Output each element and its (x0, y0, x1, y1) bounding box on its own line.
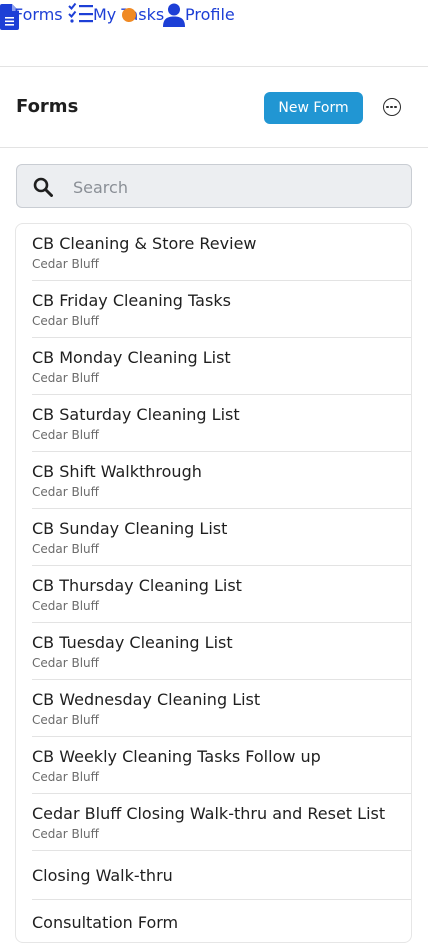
top-nav: Forms My Tasks Profile (0, 0, 428, 34)
form-location: Cedar Bluff (32, 827, 99, 841)
search-bar (16, 164, 412, 208)
list-item[interactable]: CB Shift Walkthrough Cedar Bluff (32, 452, 411, 509)
nav-forms-label: Forms (14, 5, 63, 24)
list-item[interactable]: CB Cleaning & Store Review Cedar Bluff (32, 224, 411, 281)
page-title: Forms (16, 96, 79, 117)
form-title: CB Tuesday Cleaning List (32, 633, 233, 652)
search-input[interactable] (71, 171, 395, 203)
list-item[interactable]: CB Weekly Cleaning Tasks Follow up Cedar… (32, 737, 411, 794)
search-icon (33, 177, 53, 197)
form-location: Cedar Bluff (32, 770, 99, 784)
form-title: Cedar Bluff Closing Walk-thru and Reset … (32, 804, 386, 823)
list-item[interactable]: Consultation Form (32, 900, 411, 942)
form-location: Cedar Bluff (32, 599, 99, 613)
checklist-icon (68, 2, 93, 23)
nav-profile-label: Profile (185, 5, 235, 24)
header-divider (0, 147, 428, 148)
list-item[interactable]: CB Sunday Cleaning List Cedar Bluff (32, 509, 411, 566)
form-title: CB Weekly Cleaning Tasks Follow up (32, 747, 321, 766)
form-title: CB Saturday Cleaning List (32, 405, 240, 424)
form-location: Cedar Bluff (32, 257, 99, 271)
form-title: CB Thursday Cleaning List (32, 576, 242, 595)
list-item[interactable]: CB Friday Cleaning Tasks Cedar Bluff (32, 281, 411, 338)
list-item[interactable]: Cedar Bluff Closing Walk-thru and Reset … (32, 794, 411, 851)
list-item[interactable]: CB Monday Cleaning List Cedar Bluff (32, 338, 411, 395)
form-location: Cedar Bluff (32, 485, 99, 499)
form-location: Cedar Bluff (32, 428, 99, 442)
form-title: CB Shift Walkthrough (32, 462, 202, 481)
list-item[interactable]: CB Thursday Cleaning List Cedar Bluff (32, 566, 411, 623)
form-location: Cedar Bluff (32, 656, 99, 670)
form-location: Cedar Bluff (32, 542, 99, 556)
form-title: CB Cleaning & Store Review (32, 234, 257, 253)
form-title: Consultation Form (32, 913, 179, 932)
new-form-button[interactable]: New Form (264, 92, 363, 124)
more-options-icon[interactable] (383, 98, 401, 116)
form-title: CB Sunday Cleaning List (32, 519, 228, 538)
form-title: CB Monday Cleaning List (32, 348, 231, 367)
list-item[interactable]: CB Saturday Cleaning List Cedar Bluff (32, 395, 411, 452)
form-title: Closing Walk-thru (32, 866, 173, 885)
list-item[interactable]: Closing Walk-thru (32, 851, 411, 900)
list-item[interactable]: CB Tuesday Cleaning List Cedar Bluff (32, 623, 411, 680)
user-icon (163, 3, 185, 27)
page-header: Forms New Form (0, 67, 428, 147)
form-location: Cedar Bluff (32, 371, 99, 385)
form-title: CB Wednesday Cleaning List (32, 690, 261, 709)
forms-list: CB Cleaning & Store Review Cedar Bluff C… (15, 223, 412, 943)
list-item[interactable]: CB Wednesday Cleaning List Cedar Bluff (32, 680, 411, 737)
form-location: Cedar Bluff (32, 713, 99, 727)
tasks-count-badge (122, 8, 136, 22)
form-title: CB Friday Cleaning Tasks (32, 291, 231, 310)
form-location: Cedar Bluff (32, 314, 99, 328)
